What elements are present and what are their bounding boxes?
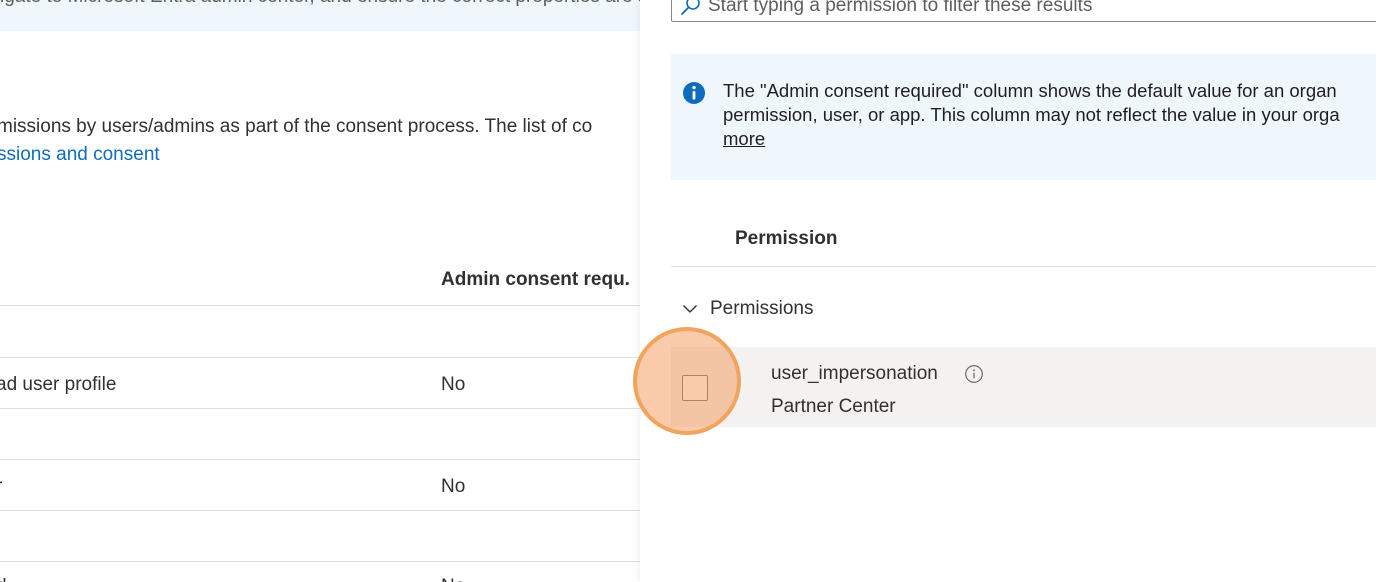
permission-search-box[interactable]	[671, 0, 1376, 22]
divider	[0, 305, 640, 306]
permission-row-user-impersonation[interactable]: user_impersonation Partner Center	[671, 347, 1376, 427]
learn-more-link[interactable]: more	[723, 128, 765, 149]
permission-row-label: d	[0, 576, 7, 582]
request-api-permissions-panel: The "Admin consent required" column show…	[640, 0, 1376, 582]
divider	[0, 510, 640, 511]
permission-api-name: Partner Center	[771, 396, 896, 417]
divider	[0, 561, 640, 562]
permission-name: user_impersonation	[771, 363, 938, 384]
page-description: missions by users/admins as part of the …	[0, 116, 593, 137]
permission-checkbox[interactable]	[682, 375, 708, 401]
info-icon	[683, 82, 705, 104]
permission-row-label: ad user profile	[0, 374, 117, 395]
permissions-group-label: Permissions	[710, 298, 814, 319]
chevron-down-icon	[683, 305, 697, 313]
notice-banner-text: igate to Microsoft Entra admin center, a…	[0, 0, 640, 8]
notice-banner: igate to Microsoft Entra admin center, a…	[0, 0, 640, 31]
permission-row-admin-consent: No	[441, 576, 465, 582]
permission-row-admin-consent: No	[441, 476, 466, 497]
info-message-line: The "Admin consent required" column show…	[723, 80, 1337, 101]
background-page: igate to Microsoft Entra admin center, a…	[0, 0, 640, 582]
permissions-consent-link[interactable]: ssions and consent	[0, 144, 160, 166]
search-icon	[681, 0, 700, 15]
info-message-line: permission, user, or app. This column ma…	[723, 104, 1340, 125]
permission-row-admin-consent: No	[441, 374, 466, 395]
divider	[0, 357, 640, 358]
permission-search-input[interactable]	[708, 0, 1368, 19]
permission-row-label: r	[0, 476, 2, 498]
divider	[0, 459, 640, 460]
divider	[0, 408, 640, 409]
admin-consent-column-header[interactable]: Admin consent requ.	[441, 269, 630, 291]
admin-consent-info-bar: The "Admin consent required" column show…	[671, 54, 1376, 180]
permission-column-header[interactable]: Permission	[735, 228, 837, 250]
divider	[671, 266, 1376, 267]
permissions-group-toggle[interactable]: Permissions	[671, 290, 1071, 326]
info-circle-icon[interactable]	[964, 364, 984, 384]
info-message: The "Admin consent required" column show…	[723, 79, 1376, 151]
